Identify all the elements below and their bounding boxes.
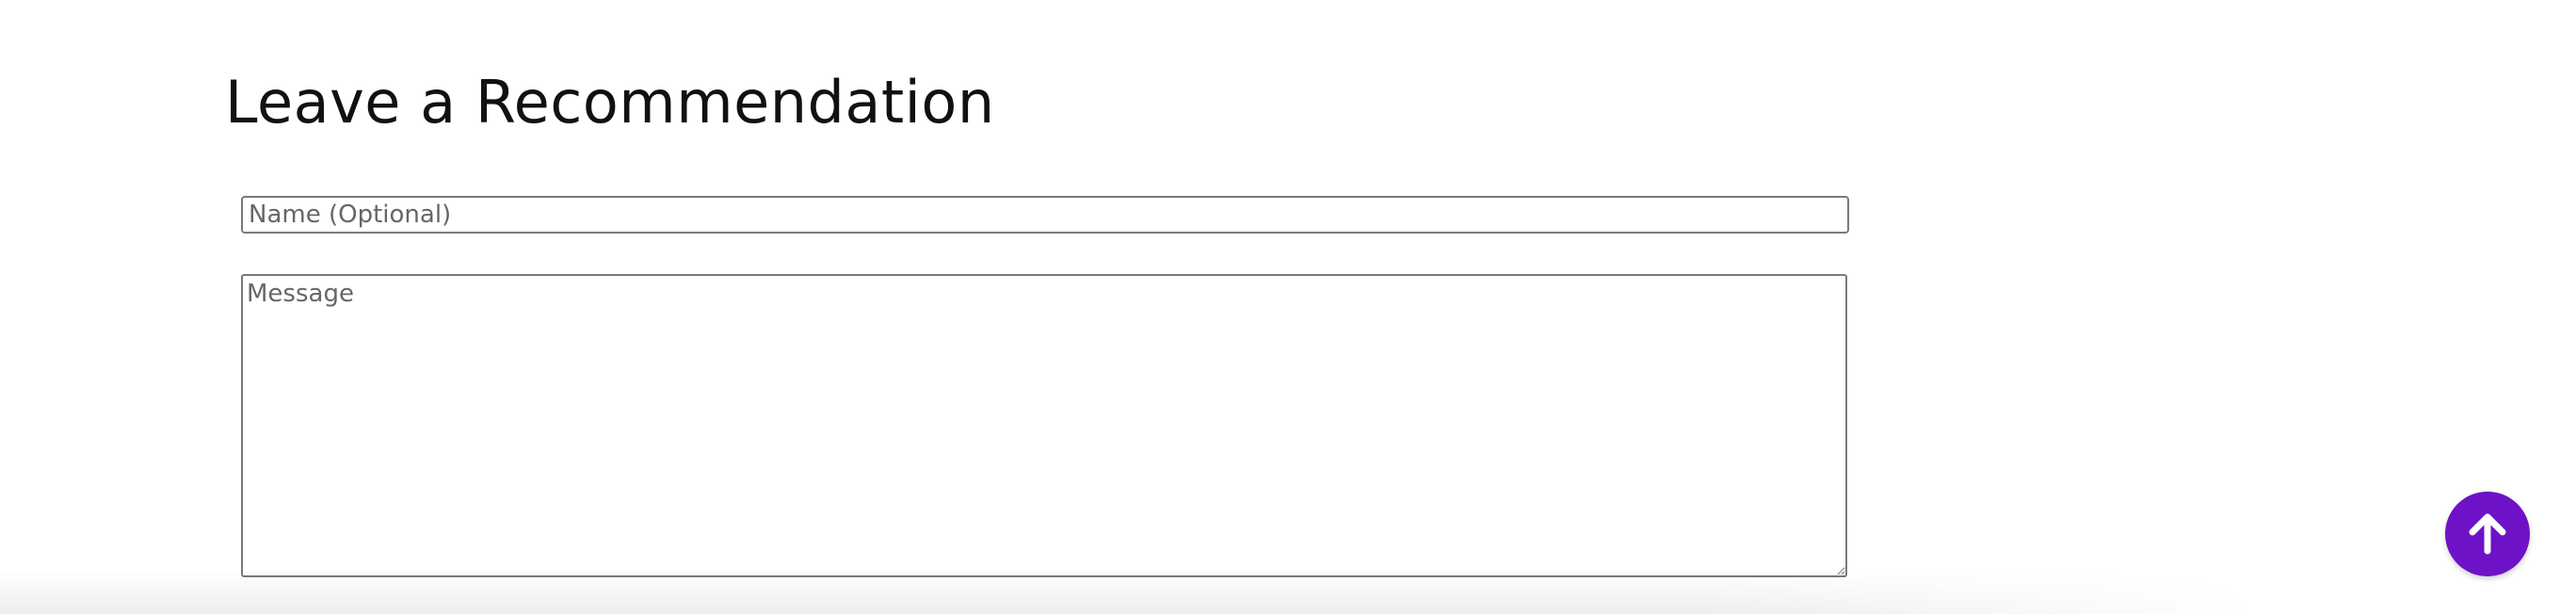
message-textarea[interactable] [241,274,1847,577]
arrow-up-icon [2469,513,2506,555]
section-title: Leave a Recommendation [225,68,995,137]
name-input[interactable] [241,196,1849,234]
scroll-to-top-button[interactable] [2445,492,2530,576]
page: Leave a Recommendation [0,0,2576,614]
